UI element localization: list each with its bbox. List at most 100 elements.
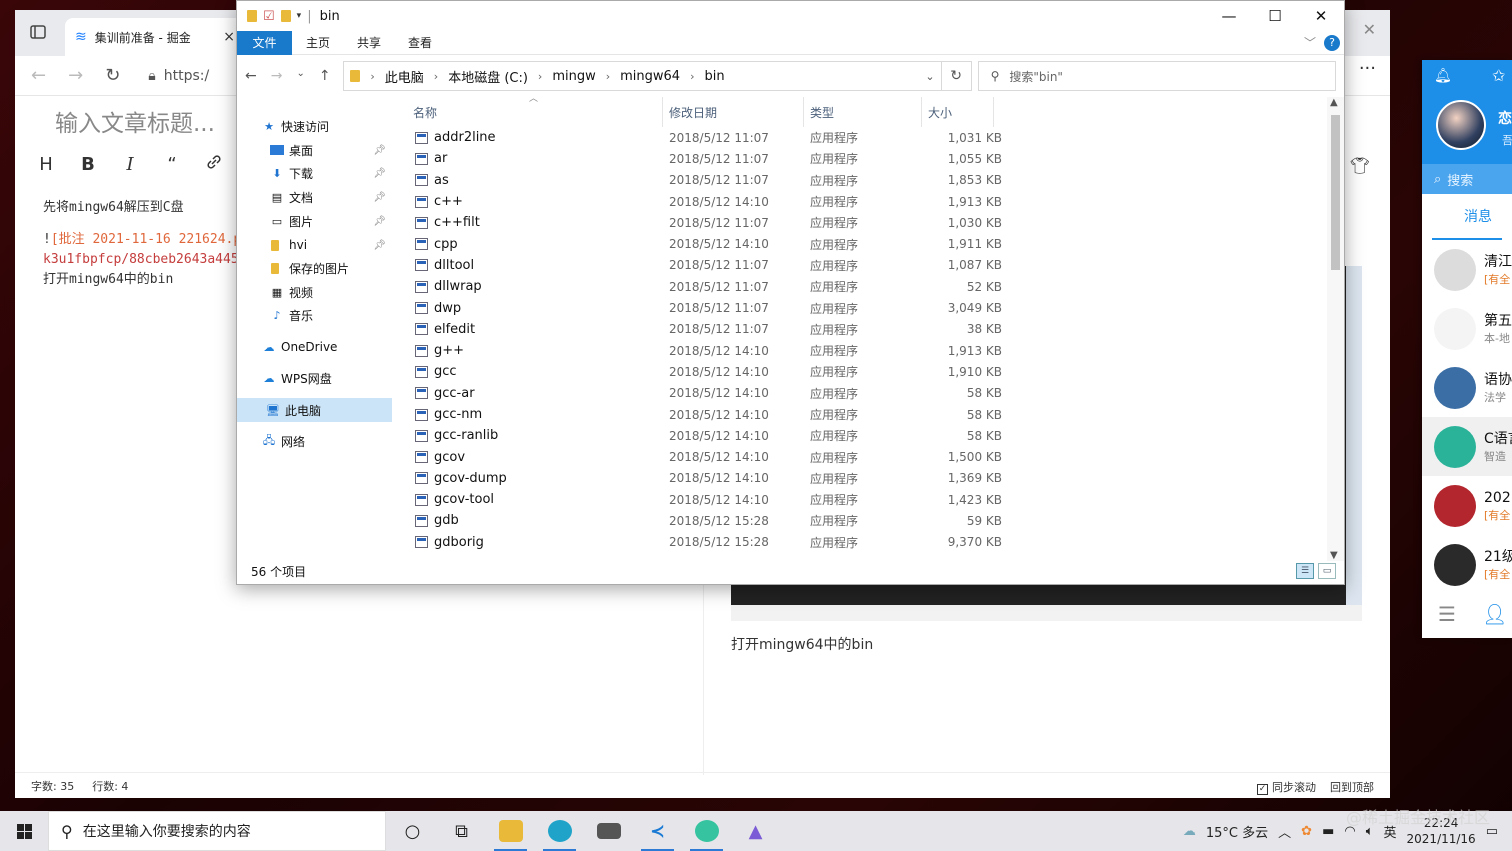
refresh-button[interactable]: ↻ <box>940 62 971 90</box>
file-row[interactable]: gcov-dump 2018/5/12 14:10 应用程序 1,369 KB <box>407 468 1327 489</box>
chat-search[interactable]: ⌕ 搜索 <box>1422 164 1512 194</box>
avatar[interactable] <box>1436 100 1486 150</box>
tab-actions-icon[interactable] <box>29 23 47 41</box>
sync-scroll-toggle[interactable]: ✓ 同步滚动 <box>1257 779 1316 795</box>
file-row[interactable]: c++filt 2018/5/12 11:07 应用程序 1,030 KB <box>407 212 1327 233</box>
tab-view[interactable]: 查看 <box>394 34 445 51</box>
link-button[interactable] <box>203 154 225 175</box>
forward-icon[interactable]: → <box>271 68 283 84</box>
back-to-top-button[interactable]: 回到顶部 <box>1330 779 1374 795</box>
nav-hvi[interactable]: hvi 📌︎ <box>237 233 392 257</box>
column-size[interactable]: 大小 <box>922 97 994 127</box>
vscode-app-icon[interactable]: ≺ <box>633 811 682 851</box>
file-row[interactable]: gdborig 2018/5/12 15:28 应用程序 9,370 KB <box>407 532 1327 553</box>
address-bar[interactable]: › 此电脑 › 本地磁盘 (C:) › mingw › mingw64 › bi… <box>343 61 972 91</box>
chat-list-item[interactable]: 21级 [有全 <box>1422 535 1512 594</box>
nav-onedrive[interactable]: ☁ OneDrive <box>237 335 392 359</box>
breadcrumb-item[interactable]: mingw <box>552 69 595 84</box>
window-close-button[interactable]: ✕ <box>1363 20 1376 39</box>
vertical-scrollbar[interactable]: ▲ ▼ <box>1327 97 1344 561</box>
maximize-button[interactable]: ☐ <box>1252 1 1298 31</box>
file-row[interactable]: dllwrap 2018/5/12 11:07 应用程序 52 KB <box>407 276 1327 297</box>
file-row[interactable]: dwp 2018/5/12 11:07 应用程序 3,049 KB <box>407 297 1327 318</box>
breadcrumb-item[interactable]: 本地磁盘 (C:) <box>448 67 528 86</box>
column-date[interactable]: 修改日期 <box>663 97 804 127</box>
markdown-editor[interactable]: 先将mingw64解压到C盘 ![批注 2021-11-16 221624.p … <box>43 198 243 290</box>
star-icon[interactable]: ✩ <box>1492 66 1505 85</box>
address-bar[interactable]: 🔒︎ https:/ <box>148 68 209 84</box>
file-row[interactable]: c++ 2018/5/12 14:10 应用程序 1,913 KB <box>407 191 1327 212</box>
scroll-up-icon[interactable]: ▲ <box>1330 97 1338 108</box>
quote-button[interactable]: “ <box>161 154 183 175</box>
properties-icon[interactable]: ☑ <box>263 9 275 24</box>
add-contact-icon[interactable]: 👤︎ <box>1482 602 1507 626</box>
chevron-down-icon[interactable]: ▾ <box>297 11 302 21</box>
nav-desktop[interactable]: 桌面 📌︎ <box>237 138 392 162</box>
nav-network[interactable]: 🖧︎ 网络 <box>237 429 392 453</box>
back-icon[interactable]: ← <box>31 65 46 86</box>
chat-list-item[interactable]: 第五 本-地 <box>1422 299 1512 358</box>
qq-app-icon[interactable] <box>682 811 731 851</box>
nav-music[interactable]: ♪ 音乐 <box>237 303 392 327</box>
nav-pictures[interactable]: ▭ 图片 📌︎ <box>237 209 392 233</box>
minimize-button[interactable]: — <box>1206 1 1252 31</box>
recent-dropdown-icon[interactable]: ⌄ <box>296 68 304 84</box>
taskbar-search[interactable]: ⚲ 在这里输入你要搜索的内容 <box>48 811 386 851</box>
details-view-icon[interactable]: ☰ <box>1296 563 1314 579</box>
close-button[interactable]: ✕ <box>1298 1 1344 31</box>
menu-icon[interactable]: ☰ <box>1438 602 1456 626</box>
file-row[interactable]: gcc 2018/5/12 14:10 应用程序 1,910 KB <box>407 361 1327 382</box>
breadcrumb-item[interactable]: mingw64 <box>620 69 680 84</box>
tab-home[interactable]: 主页 <box>292 34 343 51</box>
task-view-icon[interactable]: ⧉ <box>437 811 486 851</box>
start-button[interactable] <box>0 811 48 851</box>
tab-messages[interactable]: 消息 <box>1432 194 1502 240</box>
browser-tab-active[interactable]: ≋ 集训前准备 - 掘金 × <box>65 18 245 56</box>
nav-quick-access[interactable]: ★ 快速访问 <box>237 114 392 138</box>
nav-wps[interactable]: ☁ WPS网盘 <box>237 366 392 390</box>
file-row[interactable]: gcc-ranlib 2018/5/12 14:10 应用程序 58 KB <box>407 425 1327 446</box>
forward-icon[interactable]: → <box>68 65 83 86</box>
breadcrumb-item[interactable]: 此电脑 <box>385 67 424 86</box>
file-row[interactable]: g++ 2018/5/12 14:10 应用程序 1,913 KB <box>407 340 1327 361</box>
file-row[interactable]: elfedit 2018/5/12 11:07 应用程序 38 KB <box>407 319 1327 340</box>
file-row[interactable]: ar 2018/5/12 11:07 应用程序 1,055 KB <box>407 148 1327 169</box>
help-button[interactable]: ? <box>1324 35 1340 51</box>
file-row[interactable]: addr2line 2018/5/12 11:07 应用程序 1,031 KB <box>407 127 1327 148</box>
nav-downloads[interactable]: ⬇ 下载 📌︎ <box>237 161 392 185</box>
file-row[interactable]: gcov 2018/5/12 14:10 应用程序 1,500 KB <box>407 446 1327 467</box>
tab-share[interactable]: 共享 <box>343 34 394 51</box>
edge-app-icon[interactable] <box>535 811 584 851</box>
expand-ribbon-icon[interactable]: ﹀ <box>1304 34 1316 51</box>
article-title-input[interactable]: 输入文章标题... <box>55 104 215 138</box>
large-icons-view-icon[interactable]: ▭ <box>1318 563 1336 579</box>
file-row[interactable]: gcc-nm 2018/5/12 14:10 应用程序 58 KB <box>407 404 1327 425</box>
file-row[interactable]: cpp 2018/5/12 14:10 应用程序 1,911 KB <box>407 233 1327 254</box>
theme-icon[interactable]: 👕︎ <box>1350 156 1370 175</box>
chevron-up-icon[interactable]: ︿ <box>1278 822 1291 841</box>
new-folder-icon[interactable] <box>280 10 291 22</box>
chat-list-item[interactable]: 语协 法学 <box>1422 358 1512 417</box>
heading-button[interactable]: H <box>35 154 57 175</box>
nav-documents[interactable]: ▤ 文档 📌︎ <box>237 185 392 209</box>
back-icon[interactable]: ← <box>245 68 257 84</box>
nav-this-pc[interactable]: 🖥︎ 此电脑 <box>237 398 392 422</box>
nav-saved-pictures[interactable]: 保存的图片 <box>237 256 392 280</box>
scrollbar-thumb[interactable] <box>1331 115 1340 270</box>
file-row[interactable]: gdb 2018/5/12 15:28 应用程序 59 KB <box>407 510 1327 531</box>
bell-icon[interactable]: 🔔︎ <box>1434 68 1452 84</box>
tab-file[interactable]: 文件 <box>237 30 292 55</box>
file-row[interactable]: gcc-ar 2018/5/12 14:10 应用程序 58 KB <box>407 383 1327 404</box>
weather-text[interactable]: 15°C 多云 <box>1206 822 1268 841</box>
column-type[interactable]: 类型 <box>804 97 922 127</box>
file-row[interactable]: dlltool 2018/5/12 11:07 应用程序 1,087 KB <box>407 255 1327 276</box>
chat-list-item[interactable]: 202 [有全 <box>1422 476 1512 535</box>
cortana-icon[interactable]: ○ <box>388 811 437 851</box>
tab-close-button[interactable]: × <box>223 29 235 45</box>
file-row[interactable]: as 2018/5/12 11:07 应用程序 1,853 KB <box>407 170 1327 191</box>
breadcrumb-item[interactable]: bin <box>705 69 725 84</box>
up-icon[interactable]: ↑ <box>319 68 331 84</box>
nav-videos[interactable]: ▦ 视频 <box>237 280 392 304</box>
more-menu-button[interactable]: ··· <box>1359 58 1376 79</box>
app-tray-icon[interactable]: ✿ <box>1301 824 1312 839</box>
